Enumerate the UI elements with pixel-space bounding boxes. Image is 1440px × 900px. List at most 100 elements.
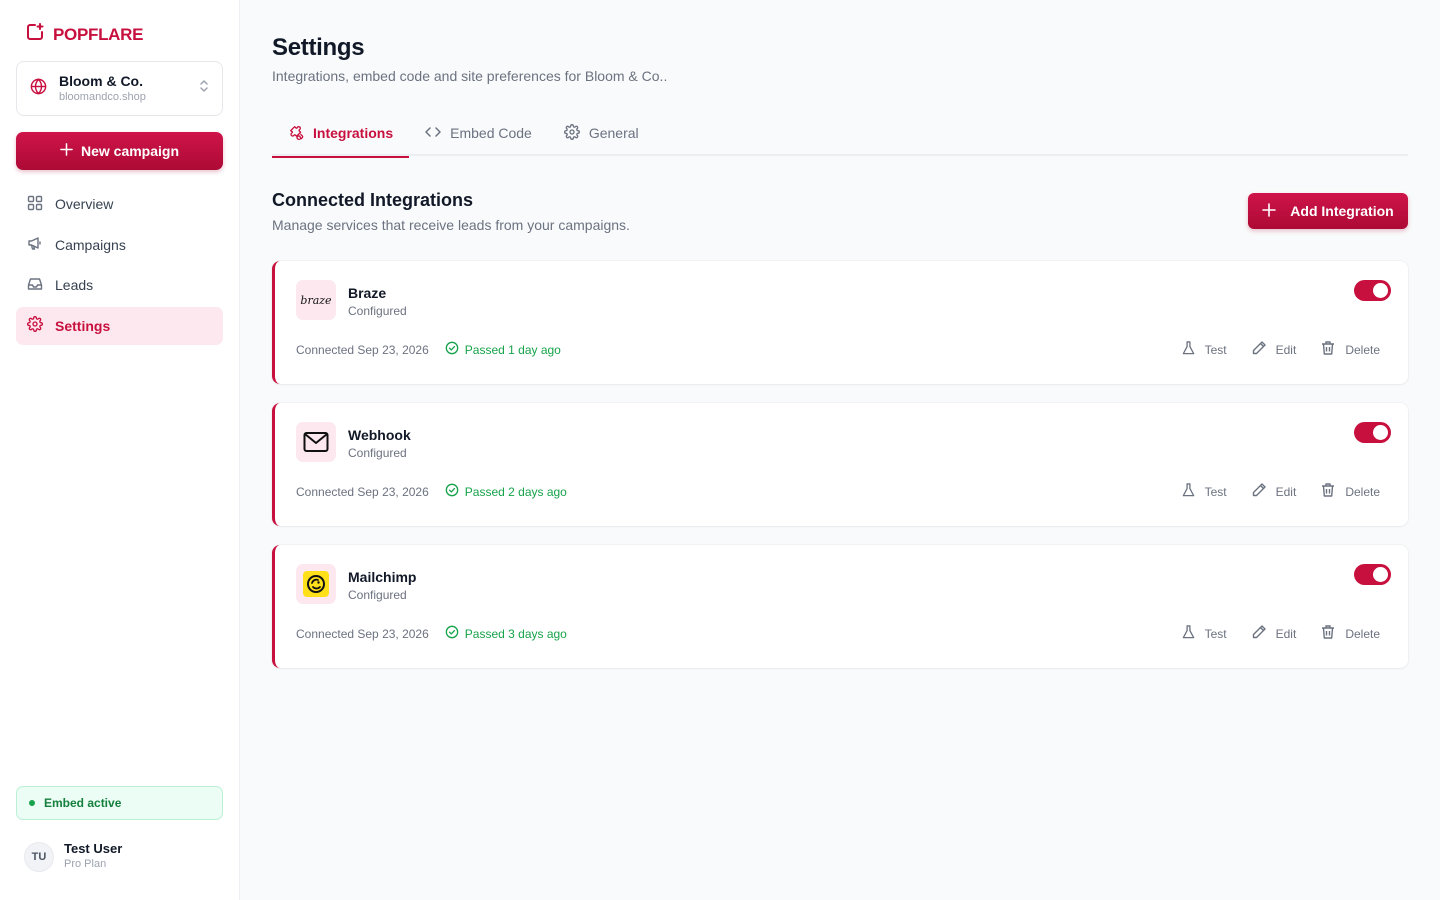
- tab-label: Integrations: [313, 125, 394, 141]
- integration-card-braze: braze Braze Configured Connected Sep 23,…: [272, 261, 1408, 384]
- gear-icon: [27, 316, 43, 335]
- test-result: Passed 2 days ago: [445, 483, 567, 500]
- test-label: Test: [1204, 342, 1227, 357]
- delete-label: Delete: [1345, 484, 1380, 499]
- integration-status: Configured: [348, 304, 407, 318]
- chevron-up-down-icon: [198, 79, 210, 98]
- add-integration-button[interactable]: Add Integration: [1248, 193, 1408, 229]
- delete-button[interactable]: Delete: [1320, 624, 1380, 643]
- connected-date: Connected Sep 23, 2026: [296, 484, 429, 499]
- test-label: Test: [1204, 626, 1227, 641]
- check-circle-icon: [445, 483, 459, 500]
- embed-status-badge: Embed active: [16, 786, 223, 820]
- app-logo[interactable]: POPFLARE: [25, 22, 143, 47]
- plus-icon: [1262, 202, 1277, 220]
- embed-status-label: Embed active: [44, 796, 122, 810]
- integration-toggle[interactable]: [1354, 564, 1391, 585]
- connected-date: Connected Sep 23, 2026: [296, 342, 429, 357]
- pencil-icon: [1251, 482, 1267, 501]
- sidebar-item-overview[interactable]: Overview: [16, 185, 223, 223]
- delete-label: Delete: [1345, 626, 1380, 641]
- connected-date: Connected Sep 23, 2026: [296, 626, 429, 641]
- toggle-knob: [1373, 567, 1388, 582]
- section-title: Connected Integrations: [272, 190, 474, 210]
- trash-icon: [1320, 482, 1336, 501]
- sidebar-nav: Overview Campaigns Leads Settings: [16, 185, 223, 347]
- test-button[interactable]: Test: [1181, 340, 1227, 359]
- page-subtitle: Integrations, embed code and site prefer…: [272, 68, 668, 84]
- test-result-label: Passed 1 day ago: [464, 342, 561, 357]
- tab-general[interactable]: General: [548, 110, 655, 156]
- sidebar-item-label: Overview: [55, 196, 114, 212]
- toggle-knob: [1373, 425, 1388, 440]
- sidebar-item-label: Campaigns: [55, 236, 126, 253]
- add-integration-label: Add Integration: [1290, 203, 1394, 219]
- edit-button[interactable]: Edit: [1251, 482, 1297, 501]
- integration-toggle[interactable]: [1354, 422, 1391, 443]
- sidebar-item-leads[interactable]: Leads: [16, 266, 223, 304]
- sidebar-item-label: Leads: [55, 277, 94, 293]
- status-dot: [29, 800, 35, 806]
- section-subtitle: Manage services that receive leads from …: [272, 217, 630, 233]
- integration-list: braze Braze Configured Connected Sep 23,…: [272, 261, 1408, 687]
- app-name: POPFLARE: [53, 24, 144, 44]
- integration-name: Webhook: [348, 427, 411, 443]
- gear-icon: [563, 123, 580, 143]
- site-url: bloomandco.shop: [59, 90, 146, 103]
- integration-toggle[interactable]: [1354, 280, 1391, 301]
- toggle-knob: [1373, 283, 1388, 298]
- new-campaign-label: New campaign: [80, 143, 180, 159]
- trash-icon: [1320, 624, 1336, 643]
- delete-button[interactable]: Delete: [1320, 340, 1380, 359]
- new-campaign-button[interactable]: New campaign: [16, 132, 223, 170]
- site-switcher[interactable]: Bloom & Co. bloomandco.shop: [16, 61, 223, 116]
- tab-label: General: [588, 125, 639, 141]
- megaphone-icon: [27, 235, 43, 254]
- sidebar-item-campaigns[interactable]: Campaigns: [16, 226, 223, 264]
- pencil-icon: [1251, 340, 1267, 359]
- test-result-label: Passed 3 days ago: [464, 626, 567, 641]
- edit-button[interactable]: Edit: [1251, 340, 1297, 359]
- avatar: TU: [24, 841, 54, 872]
- check-circle-icon: [445, 341, 459, 358]
- sidebar: POPFLARE Bloom & Co. bloomandco.shop New…: [0, 0, 240, 900]
- grid-icon: [27, 195, 43, 214]
- globe-icon: [29, 77, 48, 101]
- integration-name: Mailchimp: [348, 569, 417, 585]
- braze-logo: braze: [296, 280, 336, 320]
- check-circle-icon: [445, 625, 459, 642]
- code-icon: [425, 124, 441, 143]
- test-button[interactable]: Test: [1181, 482, 1227, 501]
- logo-icon: [25, 22, 45, 47]
- tab-integrations[interactable]: Integrations: [272, 110, 410, 158]
- delete-label: Delete: [1345, 342, 1380, 357]
- mail-icon: [296, 422, 336, 462]
- trash-icon: [1320, 340, 1336, 359]
- integration-name: Braze: [348, 285, 387, 301]
- site-name: Bloom & Co.: [59, 72, 143, 89]
- user-menu[interactable]: TU Test User Pro Plan: [24, 841, 122, 872]
- user-plan: Pro Plan: [64, 858, 107, 870]
- flask-icon: [1181, 482, 1196, 501]
- tab-label: Embed Code: [450, 125, 532, 141]
- test-label: Test: [1204, 484, 1227, 499]
- integration-card-mailchimp: Mailchimp Configured Connected Sep 23, 2…: [272, 545, 1408, 668]
- test-button[interactable]: Test: [1181, 624, 1227, 643]
- sidebar-item-settings[interactable]: Settings: [16, 306, 223, 345]
- test-result: Passed 3 days ago: [445, 625, 567, 642]
- page-title: Settings: [272, 34, 365, 61]
- plus-icon: [60, 143, 73, 159]
- edit-label: Edit: [1275, 626, 1297, 641]
- sidebar-item-label: Settings: [55, 317, 111, 334]
- delete-button[interactable]: Delete: [1320, 482, 1380, 501]
- integration-status: Configured: [348, 588, 407, 602]
- puzzle-icon: [288, 124, 304, 143]
- mailchimp-logo: [296, 564, 336, 604]
- edit-button[interactable]: Edit: [1251, 624, 1297, 643]
- flask-icon: [1181, 624, 1196, 643]
- tab-embed-code[interactable]: Embed Code: [409, 110, 548, 156]
- inbox-icon: [27, 276, 43, 295]
- edit-label: Edit: [1275, 342, 1297, 357]
- edit-label: Edit: [1275, 484, 1297, 499]
- test-result: Passed 1 day ago: [445, 341, 561, 358]
